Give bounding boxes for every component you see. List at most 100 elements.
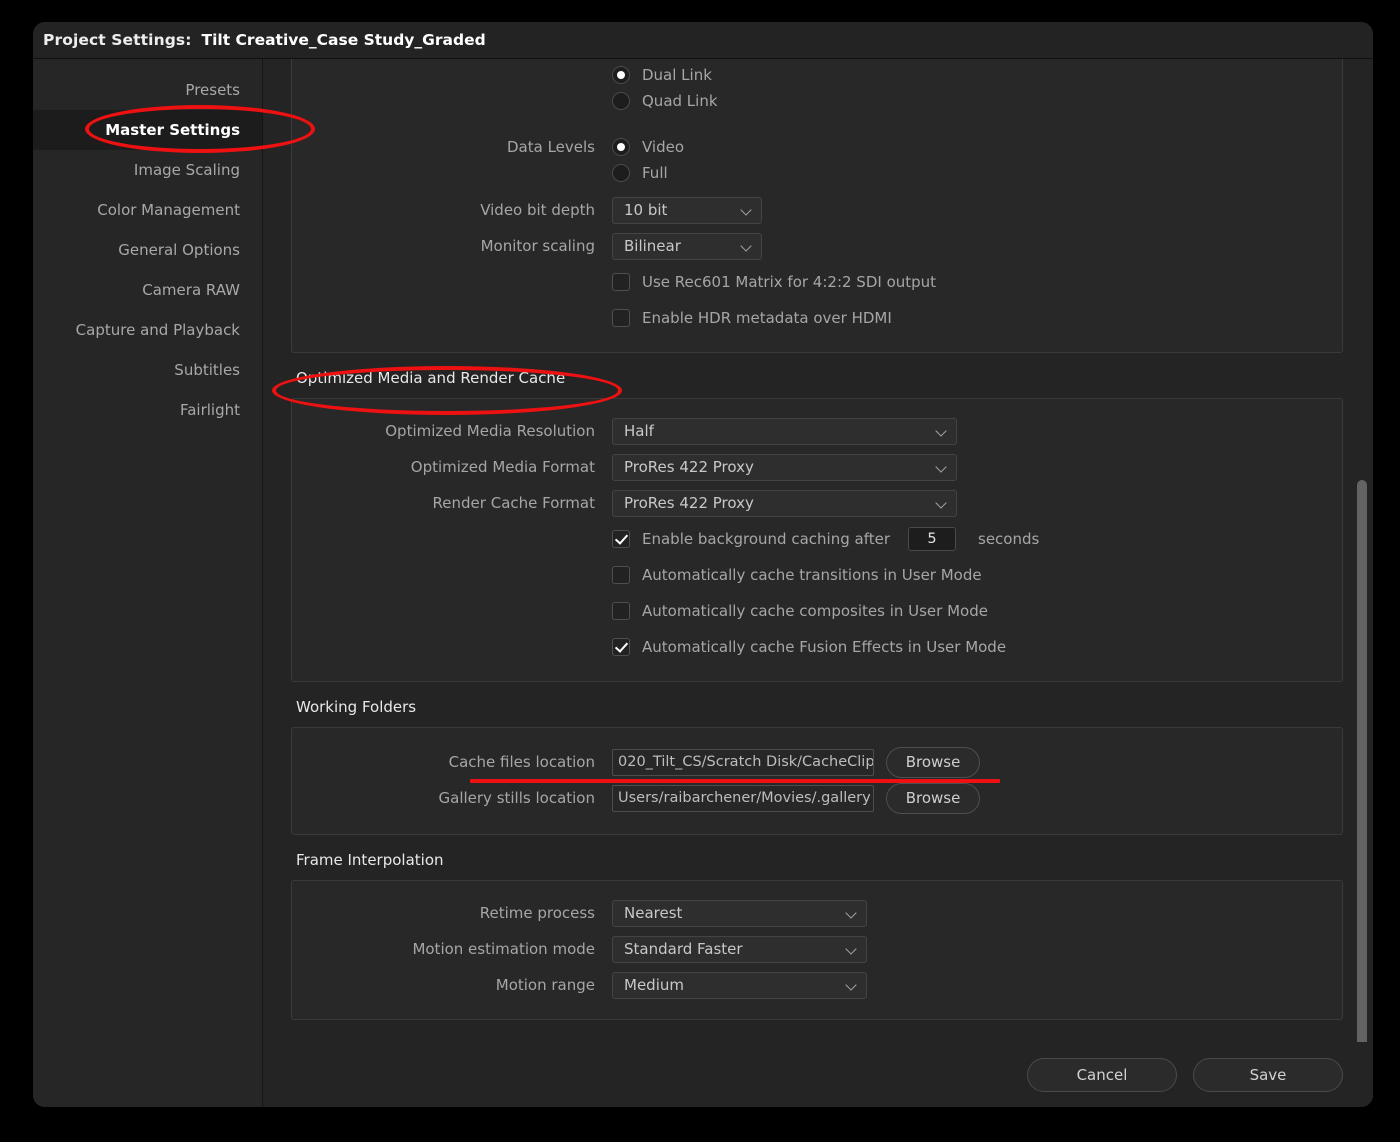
motion-estimation-mode-value: Standard Faster (624, 940, 743, 958)
video-bit-depth-value: 10 bit (624, 201, 668, 219)
chevron-down-icon (936, 498, 947, 509)
data-levels-video-label: Video (642, 138, 685, 156)
monitor-scaling-label: Monitor scaling (480, 237, 595, 255)
cancel-button[interactable]: Cancel (1027, 1058, 1177, 1092)
cache-files-location-input[interactable]: 020_Tilt_CS/Scratch Disk/CacheClip (612, 748, 874, 776)
monitor-scaling-value: Bilinear (624, 237, 681, 255)
background-caching-label: Enable background caching after (642, 530, 890, 548)
sidebar-item-label: Subtitles (174, 361, 240, 379)
sidebar-item-label: Presets (185, 81, 240, 99)
window-body: Presets Master Settings Image Scaling Co… (33, 59, 1373, 1107)
sidebar-item-image-scaling[interactable]: Image Scaling (33, 150, 262, 190)
video-bit-depth-row: Video bit depth 10 bit (292, 192, 1342, 228)
cache-files-browse-label: Browse (905, 753, 961, 771)
render-cache-format-value: ProRes 422 Proxy (624, 494, 754, 512)
gallery-stills-location-label: Gallery stills location (438, 789, 596, 807)
rec601-checkbox[interactable] (612, 273, 630, 291)
data-levels-full-radio[interactable] (612, 164, 630, 182)
retime-process-label: Retime process (479, 904, 595, 922)
video-bit-depth-select[interactable]: 10 bit (612, 196, 762, 224)
motion-range-select[interactable]: Medium (612, 971, 867, 999)
sidebar-item-master-settings[interactable]: Master Settings (33, 110, 262, 150)
sidebar-item-subtitles[interactable]: Subtitles (33, 350, 262, 390)
motion-estimation-mode-row: Motion estimation mode Standard Faster (292, 931, 1342, 967)
data-levels-full-label: Full (642, 164, 668, 182)
frame-interpolation-panel: Retime process Nearest Motion estimation… (291, 880, 1343, 1020)
cancel-button-label: Cancel (1076, 1066, 1128, 1084)
optimized-media-format-select[interactable]: ProRes 422 Proxy (612, 453, 957, 481)
sidebar-item-label: General Options (118, 241, 240, 259)
sidebar-item-camera-raw[interactable]: Camera RAW (33, 270, 262, 310)
sidebar-item-color-management[interactable]: Color Management (33, 190, 262, 230)
working-folders-section-title: Working Folders (296, 698, 417, 716)
cache-files-location-row: Cache files location 020_Tilt_CS/Scratch… (292, 744, 1342, 780)
rec601-row: Use Rec601 Matrix for 4:2:2 SDI output (292, 264, 1342, 300)
save-button[interactable]: Save (1193, 1058, 1343, 1092)
optimized-media-format-row: Optimized Media Format ProRes 422 Proxy (292, 449, 1342, 485)
sidebar-item-capture-and-playback[interactable]: Capture and Playback (33, 310, 262, 350)
sidebar-item-presets[interactable]: Presets (33, 70, 262, 110)
sdi-quad-link-row: Quad Link (292, 88, 1342, 114)
optimized-media-section-title: Optimized Media and Render Cache (296, 369, 566, 387)
chevron-down-icon (741, 241, 752, 252)
render-cache-format-label: Render Cache Format (432, 494, 595, 512)
video-monitoring-panel: SDI configuration Single Link Dual Link (291, 59, 1343, 353)
chevron-down-icon (846, 944, 857, 955)
project-settings-window: Project Settings: Tilt Creative_Case Stu… (33, 22, 1373, 1107)
motion-range-value: Medium (624, 976, 684, 994)
data-levels-video-radio[interactable] (612, 138, 630, 156)
retime-process-select[interactable]: Nearest (612, 899, 867, 927)
sdi-quad-link-radio[interactable] (612, 92, 630, 110)
content-scrollbar[interactable] (1357, 480, 1367, 1078)
cache-composites-checkbox[interactable] (612, 602, 630, 620)
chevron-down-icon (846, 908, 857, 919)
gallery-stills-location-value: Users/raibarchener/Movies/.gallery (618, 790, 871, 806)
sidebar-item-label: Color Management (97, 201, 240, 219)
optimized-media-resolution-row: Optimized Media Resolution Half (292, 413, 1342, 449)
sidebar-item-label: Camera RAW (142, 281, 240, 299)
motion-range-row: Motion range Medium (292, 967, 1342, 1003)
data-levels-full-row: Full (292, 160, 1342, 186)
optimized-media-resolution-select[interactable]: Half (612, 417, 957, 445)
render-cache-format-select[interactable]: ProRes 422 Proxy (612, 489, 957, 517)
background-caching-checkbox[interactable] (612, 530, 630, 548)
gallery-stills-browse-button[interactable]: Browse (886, 782, 980, 814)
settings-sidebar: Presets Master Settings Image Scaling Co… (33, 59, 263, 1107)
optimized-media-format-value: ProRes 422 Proxy (624, 458, 754, 476)
frame-interpolation-section-title: Frame Interpolation (296, 851, 444, 869)
cache-fusion-checkbox[interactable] (612, 638, 630, 656)
sidebar-item-general-options[interactable]: General Options (33, 230, 262, 270)
retime-process-value: Nearest (624, 904, 683, 922)
cache-composites-row: Automatically cache composites in User M… (292, 593, 1342, 629)
retime-process-row: Retime process Nearest (292, 895, 1342, 931)
sdi-quad-link-label: Quad Link (642, 92, 718, 110)
background-caching-units-label: seconds (978, 530, 1040, 548)
cache-fusion-row: Automatically cache Fusion Effects in Us… (292, 629, 1342, 665)
gallery-stills-browse-label: Browse (905, 789, 961, 807)
gallery-stills-location-row: Gallery stills location Users/raibarchen… (292, 780, 1342, 816)
rec601-label: Use Rec601 Matrix for 4:2:2 SDI output (642, 273, 937, 291)
chevron-down-icon (846, 980, 857, 991)
settings-scroll-area[interactable]: SDI configuration Single Link Dual Link (263, 59, 1373, 1042)
sidebar-item-fairlight[interactable]: Fairlight (33, 390, 262, 430)
gallery-stills-location-input[interactable]: Users/raibarchener/Movies/.gallery (612, 784, 874, 812)
motion-estimation-mode-select[interactable]: Standard Faster (612, 935, 867, 963)
window-titlebar: Project Settings: Tilt Creative_Case Stu… (33, 22, 1373, 59)
hdr-metadata-checkbox[interactable] (612, 309, 630, 327)
monitor-scaling-select[interactable]: Bilinear (612, 232, 762, 260)
background-caching-seconds-value: 5 (927, 531, 937, 547)
hdr-metadata-row: Enable HDR metadata over HDMI (292, 300, 1342, 336)
save-button-label: Save (1249, 1066, 1287, 1084)
background-caching-seconds-input[interactable]: 5 (908, 527, 956, 551)
cache-files-location-label: Cache files location (448, 753, 595, 771)
settings-content: SDI configuration Single Link Dual Link (263, 59, 1373, 1107)
optimized-media-panel: Optimized Media Resolution Half Optimize… (291, 398, 1343, 682)
motion-range-label: Motion range (495, 976, 595, 994)
sidebar-item-label: Master Settings (105, 121, 240, 139)
sidebar-item-label: Image Scaling (133, 161, 240, 179)
cache-files-location-value: 020_Tilt_CS/Scratch Disk/CacheClip (618, 754, 874, 770)
cache-transitions-checkbox[interactable] (612, 566, 630, 584)
sdi-dual-link-radio[interactable] (612, 66, 630, 84)
cache-files-browse-button[interactable]: Browse (886, 746, 980, 778)
render-cache-format-row: Render Cache Format ProRes 422 Proxy (292, 485, 1342, 521)
